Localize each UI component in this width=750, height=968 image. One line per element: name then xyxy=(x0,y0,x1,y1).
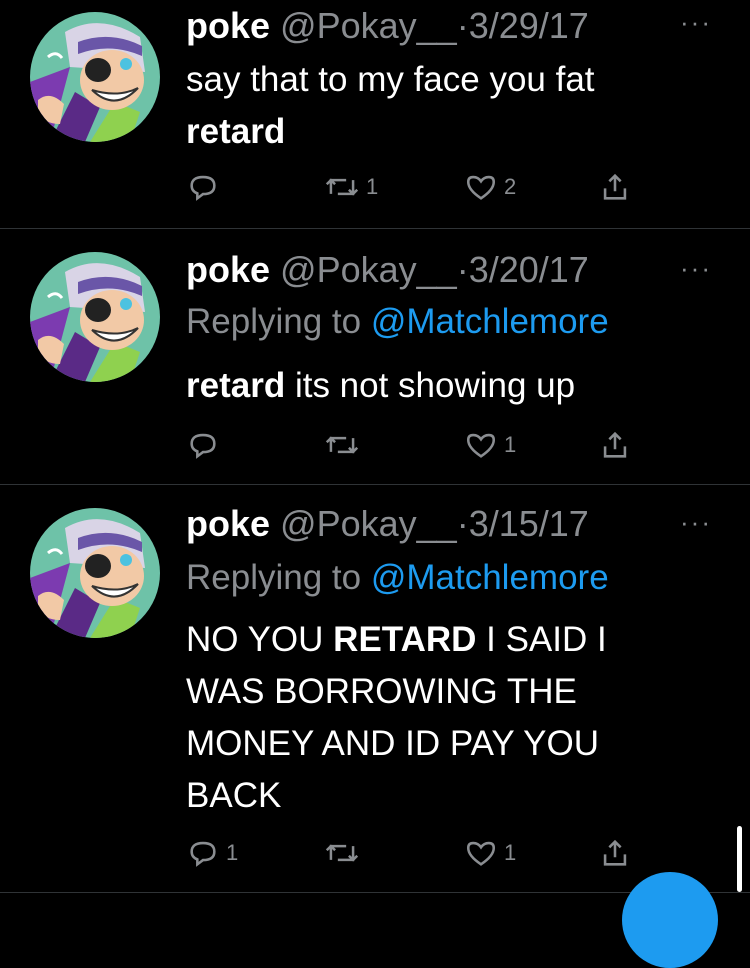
tweet-actions: 1 1 xyxy=(186,836,656,876)
tweet-header: poke @Pokay__·3/29/17 xyxy=(186,4,589,48)
share-icon xyxy=(603,431,627,458)
body-bold-text: retard xyxy=(186,366,286,405)
tweet-body: retard its not showing up xyxy=(186,360,706,412)
replying-prefix: Replying to xyxy=(186,302,362,341)
tweet-header: poke @Pokay__·3/15/17 xyxy=(186,502,589,546)
tweet-date[interactable]: 3/20/17 xyxy=(469,249,589,290)
body-text: say that to my face you fat xyxy=(186,60,595,99)
reply-icon xyxy=(190,175,216,201)
tweet-date[interactable]: 3/15/17 xyxy=(469,503,589,544)
body-text-pre: NO YOU xyxy=(186,620,334,659)
more-options-icon[interactable]: ··· xyxy=(680,9,712,35)
tweet-header: poke @Pokay__·3/20/17 xyxy=(186,248,589,292)
avatar[interactable] xyxy=(30,508,160,638)
more-options-icon[interactable]: ··· xyxy=(680,509,712,535)
tweet-date[interactable]: 3/29/17 xyxy=(469,5,589,46)
body-text: its not showing up xyxy=(285,366,576,405)
author-name[interactable]: poke xyxy=(186,503,270,544)
author-handle[interactable]: @Pokay__ xyxy=(280,5,457,46)
like-count: 1 xyxy=(504,432,517,457)
heart-icon xyxy=(466,175,496,200)
share-button[interactable] xyxy=(598,428,632,462)
retweet-button[interactable] xyxy=(324,428,360,462)
like-count: 2 xyxy=(504,174,517,199)
like-button[interactable]: 1 xyxy=(464,428,516,462)
more-options-icon[interactable]: ··· xyxy=(680,255,712,281)
retweet-count: 1 xyxy=(366,174,379,199)
tweet-actions: 1 xyxy=(186,428,656,468)
scrollbar[interactable] xyxy=(737,826,742,892)
divider xyxy=(0,228,750,229)
author-handle[interactable]: @Pokay__ xyxy=(280,249,457,290)
like-button[interactable]: 1 xyxy=(464,836,516,870)
body-bold-text: retard xyxy=(186,112,286,151)
separator-dot: · xyxy=(456,503,469,544)
retweet-icon xyxy=(325,178,359,196)
mention-link[interactable]: @Matchlemore xyxy=(371,302,609,341)
avatar[interactable] xyxy=(30,252,160,382)
retweet-button[interactable]: 1 xyxy=(324,170,378,204)
share-icon xyxy=(603,839,627,866)
mention-link[interactable]: @Matchlemore xyxy=(371,558,609,597)
author-handle[interactable]: @Pokay__ xyxy=(280,503,457,544)
tweet-body: NO YOU RETARD I SAID I WAS BORROWING THE… xyxy=(186,614,666,822)
reply-count: 1 xyxy=(226,840,239,865)
separator-dot: · xyxy=(456,5,469,46)
heart-icon xyxy=(466,433,496,458)
like-button[interactable]: 2 xyxy=(464,170,516,204)
avatar[interactable] xyxy=(30,12,160,142)
share-button[interactable] xyxy=(598,170,632,204)
author-name[interactable]: poke xyxy=(186,249,270,290)
like-count: 1 xyxy=(504,840,517,865)
divider xyxy=(0,484,750,485)
heart-icon xyxy=(466,841,496,866)
reply-icon xyxy=(190,433,216,459)
tweet-actions: 1 2 xyxy=(186,170,656,210)
replying-prefix: Replying to xyxy=(186,558,362,597)
reply-button[interactable] xyxy=(186,428,220,462)
body-bold-text: RETARD xyxy=(333,620,477,659)
compose-tweet-button[interactable] xyxy=(622,872,718,968)
retweet-icon xyxy=(325,844,359,862)
reply-button[interactable] xyxy=(186,170,220,204)
share-button[interactable] xyxy=(598,836,632,870)
tweet-body: say that to my face you fat retard xyxy=(186,54,706,158)
reply-icon xyxy=(190,841,216,867)
separator-dot: · xyxy=(456,249,469,290)
retweet-icon xyxy=(325,436,359,454)
reply-button[interactable]: 1 xyxy=(186,836,238,870)
author-name[interactable]: poke xyxy=(186,5,270,46)
replying-to: Replying to @Matchlemore xyxy=(186,556,609,600)
share-icon xyxy=(603,173,627,200)
replying-to: Replying to @Matchlemore xyxy=(186,300,609,344)
retweet-button[interactable] xyxy=(324,836,360,870)
